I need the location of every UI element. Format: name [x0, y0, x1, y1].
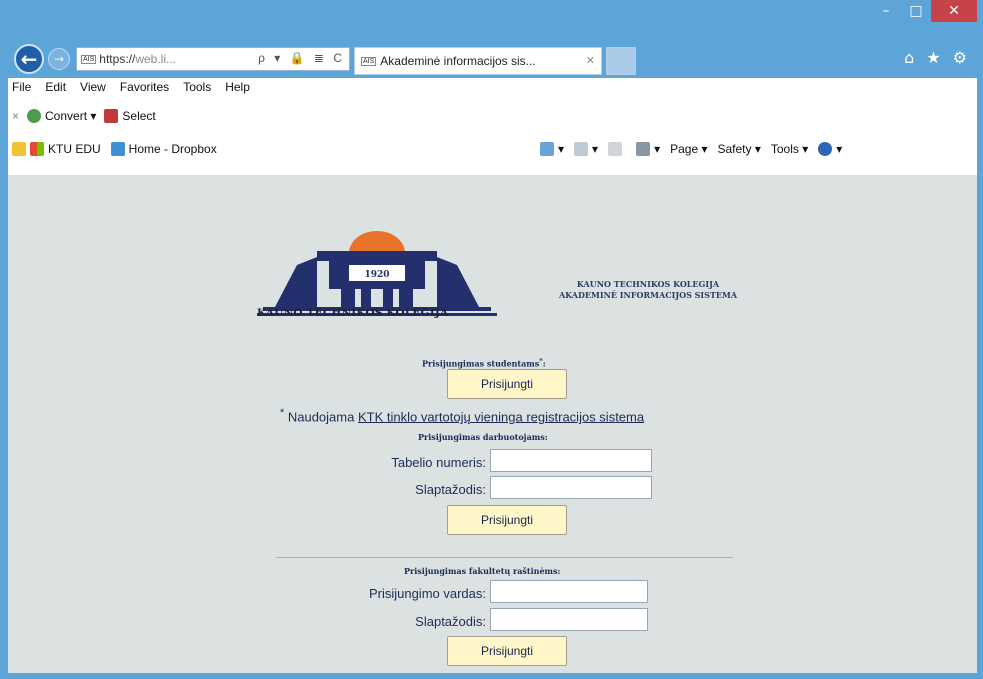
command-bar: × Convert ▾ Select: [12, 105, 156, 127]
section-divider: [276, 557, 733, 558]
close-toolbar-icon[interactable]: ×: [12, 109, 19, 123]
feeds-icon[interactable]: ▾: [574, 142, 598, 157]
faculty-login-input[interactable]: [490, 580, 648, 603]
print-icon[interactable]: ▾: [636, 142, 660, 157]
favorites-star-icon[interactable]: ★: [926, 48, 940, 67]
browser-tools: ⌂ ★ ⚙: [904, 48, 967, 67]
menu-bar: File Edit View Favorites Tools Help: [12, 80, 250, 100]
menu-edit[interactable]: Edit: [45, 80, 66, 100]
browser-window: – □ ✕ ← → AIS https://web.li... ρ ▾ 🔒 ≣ …: [0, 0, 983, 679]
minimize-button[interactable]: –: [871, 0, 901, 22]
students-login-button[interactable]: Prisijungti: [447, 369, 567, 399]
menu-view[interactable]: View: [80, 80, 106, 100]
students-note: * Naudojama KTK tinklo vartotojų viening…: [280, 407, 645, 425]
staff-heading: Prisijungimas darbuotojams:: [418, 432, 548, 442]
convert-icon: [27, 109, 42, 124]
safety-menu[interactable]: Safety ▾: [717, 142, 760, 156]
system-title: KAUNO TECHNIKOS KOLEGIJA AKADEMINĖ INFOR…: [558, 279, 738, 300]
staff-password-input[interactable]: [490, 476, 652, 499]
staff-id-input[interactable]: [490, 449, 652, 472]
select-icon: [104, 109, 119, 124]
maximize-button[interactable]: □: [901, 0, 931, 22]
navigation-bar: ← → AIS https://web.li... ρ ▾ 🔒 ≣ C AIS …: [8, 40, 977, 78]
dropbox-icon: [110, 142, 125, 157]
mail-icon[interactable]: [608, 142, 626, 157]
select-button[interactable]: Select: [104, 109, 156, 124]
menu-favorites[interactable]: Favorites: [120, 80, 169, 100]
menu-tools[interactable]: Tools: [183, 80, 211, 100]
tab-active[interactable]: AIS Akademinė informacijos sis... ✕: [354, 47, 602, 75]
favorites-star-icon[interactable]: [12, 142, 26, 156]
site-badge-icon: AIS: [81, 54, 97, 64]
favorites-bar: KTU EDU Home - Dropbox ▾ ▾ ▾ Page ▾ Safe…: [12, 138, 972, 160]
faculty-password-input[interactable]: [490, 608, 648, 631]
staff-login-button[interactable]: Prisijungti: [447, 505, 567, 535]
tools-menu[interactable]: Tools ▾: [771, 142, 808, 156]
address-url: https://web.li...: [99, 52, 177, 66]
staff-id-label: Tabelio numeris:: [391, 455, 486, 470]
favorite-item[interactable]: KTU EDU: [30, 142, 101, 157]
menu-file[interactable]: File: [12, 80, 31, 100]
close-window-button[interactable]: ✕: [931, 0, 977, 22]
menu-help[interactable]: Help: [225, 80, 250, 100]
browser-toolbars: File Edit View Favorites Tools Help × Co…: [8, 78, 977, 175]
back-button[interactable]: ←: [14, 44, 44, 74]
convert-button[interactable]: Convert ▾: [27, 109, 96, 124]
faculty-login-button[interactable]: Prisijungti: [447, 636, 567, 666]
students-heading: Prisijungimas studentams*:: [422, 357, 546, 369]
logo-year: 1920: [364, 270, 389, 280]
tab-title: Akademinė informacijos sis...: [380, 54, 536, 68]
faculty-login-label: Prisijungimo vardas:: [368, 586, 486, 601]
logo-name: KAUNO TECHNIKOS KOLEGIJA: [257, 307, 449, 319]
home-icon[interactable]: ▾: [540, 142, 564, 157]
new-tab-button[interactable]: [606, 47, 636, 75]
home-icon[interactable]: ⌂: [904, 48, 914, 67]
forward-button[interactable]: →: [48, 48, 70, 70]
address-tools[interactable]: ρ ▾ 🔒 ≣ C: [258, 51, 345, 65]
tab-favicon-icon: AIS: [361, 56, 377, 66]
command-bar-right: ▾ ▾ ▾ Page ▾ Safety ▾ Tools ▾ ▾: [540, 142, 842, 157]
page-content: 1920 KAUNO TECHNIKOS KOLEGIJA KAUNO TECH…: [8, 175, 977, 673]
help-icon[interactable]: ▾: [818, 142, 842, 157]
ms-logo-icon: [30, 142, 44, 157]
staff-password-label: Slaptažodis:: [415, 482, 486, 497]
tab-close-icon[interactable]: ✕: [586, 54, 595, 67]
registration-system-link[interactable]: KTK tinklo vartotojų vieninga registraci…: [358, 409, 644, 424]
faculty-heading: Prisijungimas fakultetų raštinėms:: [404, 566, 561, 576]
faculty-password-label: Slaptažodis:: [415, 614, 486, 629]
window-caption-buttons: – □ ✕: [871, 0, 977, 26]
page-menu[interactable]: Page ▾: [670, 142, 707, 156]
settings-gear-icon[interactable]: ⚙: [953, 48, 967, 67]
address-bar[interactable]: AIS https://web.li... ρ ▾ 🔒 ≣ C: [76, 47, 350, 71]
favorite-item[interactable]: Home - Dropbox: [110, 142, 217, 157]
